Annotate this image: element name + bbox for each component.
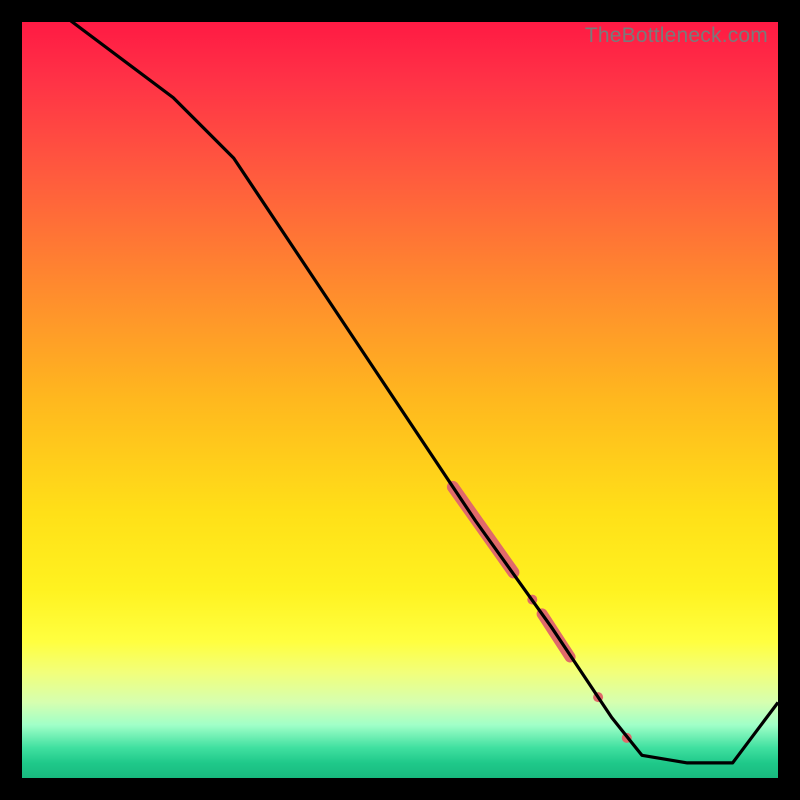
chart-frame: TheBottleneck.com bbox=[0, 0, 800, 800]
chart-svg bbox=[22, 22, 778, 778]
plot-area: TheBottleneck.com bbox=[22, 22, 778, 778]
watermark-text: TheBottleneck.com bbox=[585, 24, 768, 48]
data-line bbox=[22, 22, 778, 763]
